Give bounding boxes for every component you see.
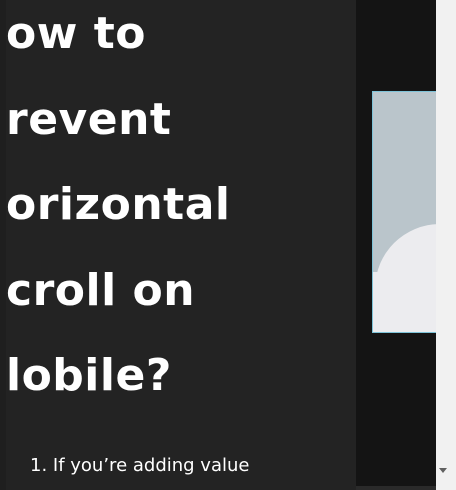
- panel-bottom-edge: [356, 486, 436, 490]
- image-circle-shape: [375, 224, 437, 332]
- heading-line-2: revent: [6, 94, 172, 145]
- heading-line-5: lobile?: [6, 350, 172, 401]
- sidebar-panel: [356, 0, 438, 490]
- heading-line-3: orizontal: [6, 179, 231, 230]
- heading-line-1: ow to: [6, 8, 146, 59]
- list-item: 1. If you’re adding value: [30, 455, 250, 476]
- heading-line-4: croll on: [6, 265, 196, 316]
- vertical-scrollbar[interactable]: [436, 0, 456, 490]
- article-content: ow to revent orizontal croll on lobile? …: [6, 0, 356, 490]
- article-image: [372, 91, 438, 333]
- chevron-down-icon[interactable]: [439, 468, 447, 473]
